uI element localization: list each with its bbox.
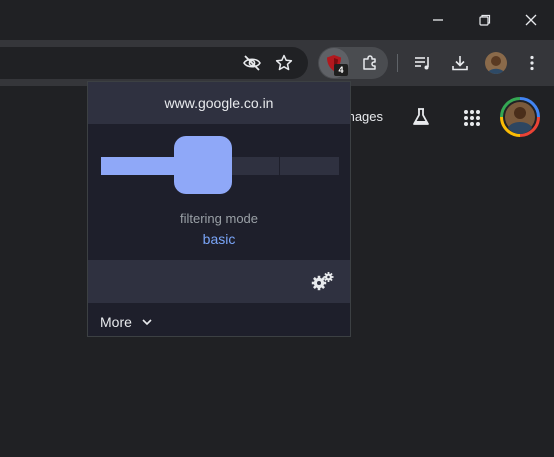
address-bar[interactable] [0, 47, 308, 79]
restore-button[interactable] [472, 8, 498, 32]
slider-segment-optimal[interactable] [232, 157, 279, 175]
tracking-protection-button[interactable] [239, 50, 265, 76]
slider-knob[interactable] [174, 136, 232, 194]
profile-photo [485, 52, 507, 74]
flask-icon [413, 108, 429, 125]
title-bar [0, 0, 554, 40]
gears-icon [311, 272, 334, 291]
filtering-mode-label: filtering mode [179, 211, 259, 226]
bookmark-button[interactable] [271, 50, 297, 76]
popup-hostname: www.google.co.in [88, 82, 350, 124]
toolbar-separator [397, 54, 398, 72]
star-icon [275, 54, 293, 71]
downloads-button[interactable] [447, 50, 473, 76]
filtering-mode-value: basic [202, 231, 236, 247]
kebab-menu-icon [530, 55, 534, 71]
slider-segment-filled [101, 157, 174, 175]
popup-tools-bar [88, 260, 350, 303]
ublock-popup: www.google.co.in filtering mode basic Mo… [87, 81, 351, 337]
slider-segment-complete[interactable] [280, 157, 339, 175]
chevron-down-icon [142, 319, 152, 326]
reading-list-button[interactable] [410, 50, 436, 76]
search-labs-button[interactable] [408, 104, 434, 130]
extensions-button[interactable] [357, 50, 383, 76]
browser-toolbar: 4 [0, 40, 554, 86]
more-button[interactable]: More [100, 314, 152, 330]
close-window-button[interactable] [518, 8, 544, 32]
minimize-icon [433, 19, 443, 21]
dashboard-button[interactable] [310, 270, 336, 292]
chrome-menu-button[interactable] [519, 50, 545, 76]
blocked-count-badge: 4 [334, 64, 348, 76]
google-apps-button[interactable] [458, 104, 486, 132]
filtering-mode-slider[interactable] [101, 136, 339, 194]
google-account-photo [500, 97, 540, 137]
reading-list-icon [415, 57, 429, 70]
google-account-avatar[interactable] [500, 97, 540, 137]
close-icon [525, 14, 537, 26]
puzzle-icon [363, 55, 376, 70]
download-icon [452, 56, 468, 71]
minimize-button[interactable] [425, 8, 451, 32]
restore-icon [479, 14, 491, 26]
eye-off-icon [243, 55, 261, 71]
more-label: More [100, 314, 132, 330]
profile-avatar-button[interactable] [485, 52, 507, 74]
apps-grid-icon [464, 110, 480, 126]
extensions-group: 4 [318, 47, 388, 79]
ublock-extension-button[interactable]: 4 [319, 48, 349, 78]
